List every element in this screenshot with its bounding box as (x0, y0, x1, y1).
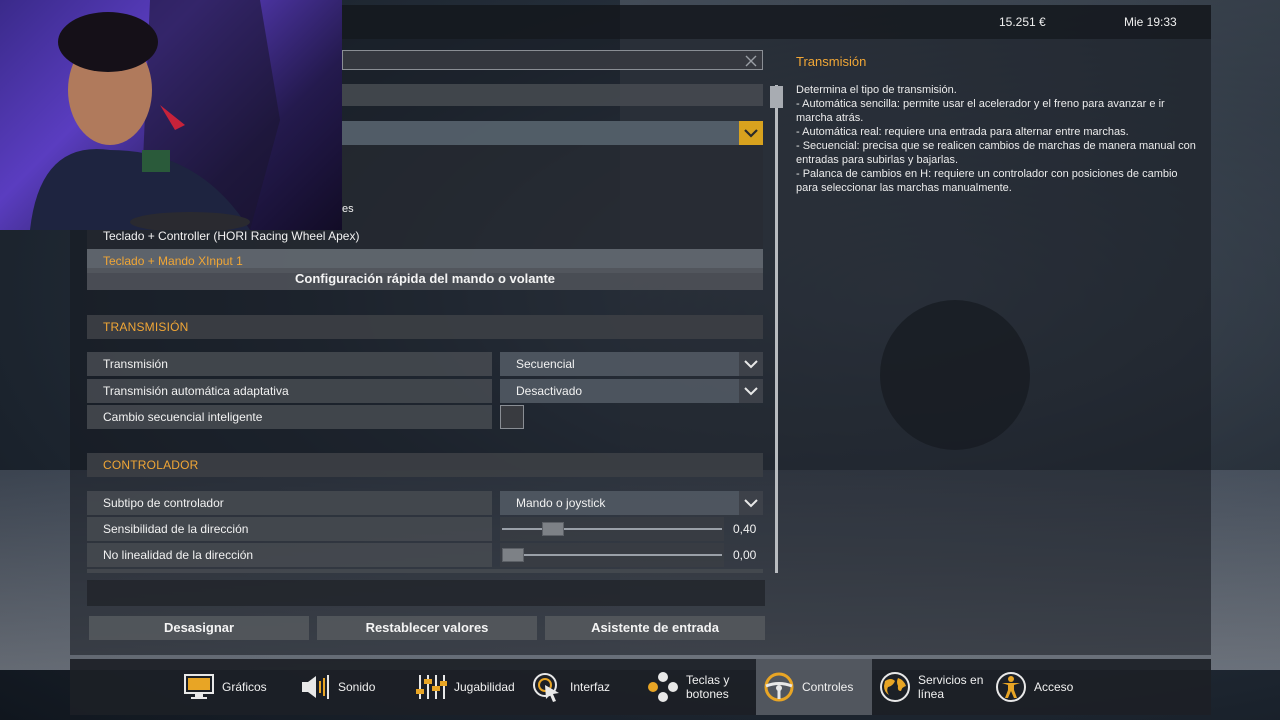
quick-config-button[interactable]: Configuración rápida del mando o volante (87, 268, 763, 290)
chevron-down-icon[interactable] (739, 491, 763, 515)
nav-label: Servicios en línea (918, 673, 984, 701)
nav-keys-buttons[interactable]: Teclas y botones (646, 659, 754, 715)
dropdown-option-partial[interactable]: es (342, 203, 354, 215)
nav-label: Gráficos (222, 680, 267, 694)
steering-nonlinearity-value: 0,00 (733, 548, 757, 562)
monitor-icon (182, 670, 216, 704)
next-row-partial (87, 569, 763, 573)
controller-subtype-label: Subtipo de controlador (87, 491, 492, 515)
nav-label: Interfaz (570, 680, 611, 694)
nav-sound[interactable]: Sonido (298, 659, 408, 715)
info-title: Transmisión (796, 54, 867, 69)
cursor-icon (530, 670, 564, 704)
chevron-down-icon[interactable] (739, 379, 763, 403)
unassign-button[interactable]: Desasignar (89, 616, 309, 640)
section-header-transmission: TRANSMISIÓN (87, 315, 763, 339)
clear-icon[interactable] (745, 54, 757, 67)
scrollbar-handle[interactable] (770, 86, 783, 108)
streamer-silhouette (30, 0, 280, 230)
nav-label: Controles (802, 680, 854, 694)
info-line: - Palanca de cambios en H: requiere un c… (796, 168, 1178, 194)
info-line: - Automática real: requiere una entrada … (796, 126, 1129, 138)
smart-sequential-checkbox[interactable] (500, 405, 524, 429)
profile-search-field[interactable] (342, 50, 763, 70)
slider-line (502, 528, 722, 530)
reset-values-button[interactable]: Restablecer valores (317, 616, 537, 640)
nav-controls[interactable]: Controles (756, 659, 872, 715)
steering-wheel-icon (762, 670, 796, 704)
list-footer (87, 580, 765, 606)
steering-sensitivity-value: 0,40 (733, 522, 757, 536)
accessibility-icon (994, 670, 1028, 704)
transmission-select[interactable]: Secuencial (500, 352, 763, 376)
nav-access[interactable]: Acceso (994, 659, 1104, 715)
nav-graphics[interactable]: Gráficos (182, 659, 292, 715)
smart-sequential-label: Cambio secuencial inteligente (87, 405, 492, 429)
info-line: - Secuencial: precisa que se realicen ca… (796, 140, 1196, 166)
nav-interface[interactable]: Interfaz (530, 659, 640, 715)
adaptive-transmission-value: Desactivado (516, 384, 583, 398)
controller-subtype-value: Mando o joystick (516, 496, 606, 510)
steering-sensitivity-slider[interactable] (500, 517, 724, 541)
speaker-icon (298, 670, 332, 704)
info-description: Determina el tipo de transmisión. - Auto… (796, 83, 1196, 195)
adaptive-transmission-select[interactable]: Desactivado (500, 379, 763, 403)
webcam-overlay (0, 0, 342, 230)
info-line: - Automática sencilla: permite usar el a… (796, 98, 1165, 124)
input-wizard-button[interactable]: Asistente de entrada (545, 616, 765, 640)
nav-label: Sonido (338, 680, 376, 694)
money-readout: 15.251 € (999, 15, 1046, 29)
adaptive-transmission-label: Transmisión automática adaptativa (87, 379, 492, 403)
globe-icon (878, 670, 912, 704)
transmission-label: Transmisión (87, 352, 492, 376)
slider-handle[interactable] (502, 548, 524, 562)
clock-readout: Mie 19:33 (1124, 15, 1177, 29)
steering-nonlinearity-label: No linealidad de la dirección (87, 543, 492, 567)
slider-handle[interactable] (541, 522, 564, 536)
section-header-controller: CONTROLADOR (87, 453, 763, 477)
sliders-icon (414, 670, 448, 704)
scrollbar-track[interactable] (775, 85, 778, 573)
steering-sensitivity-label: Sensibilidad de la dirección (87, 517, 492, 541)
steering-nonlinearity-slider[interactable] (500, 543, 724, 567)
nav-online-services[interactable]: Servicios en línea (878, 659, 992, 715)
nav-label: Jugabilidad (454, 680, 515, 694)
chevron-down-icon[interactable] (739, 352, 763, 376)
info-line: Determina el tipo de transmisión. (796, 84, 957, 96)
controller-select[interactable] (342, 121, 739, 145)
transmission-value: Secuencial (516, 357, 575, 371)
nav-label: Teclas y botones (686, 673, 730, 701)
controller-subtype-select[interactable]: Mando o joystick (500, 491, 763, 515)
nav-gameplay[interactable]: Jugabilidad (414, 659, 528, 715)
slider-line (502, 554, 722, 556)
nav-label: Acceso (1034, 680, 1074, 694)
gamepad-buttons-icon (646, 670, 680, 704)
controller-dropdown-chevron-icon[interactable] (739, 121, 763, 145)
profile-row[interactable] (342, 84, 763, 106)
